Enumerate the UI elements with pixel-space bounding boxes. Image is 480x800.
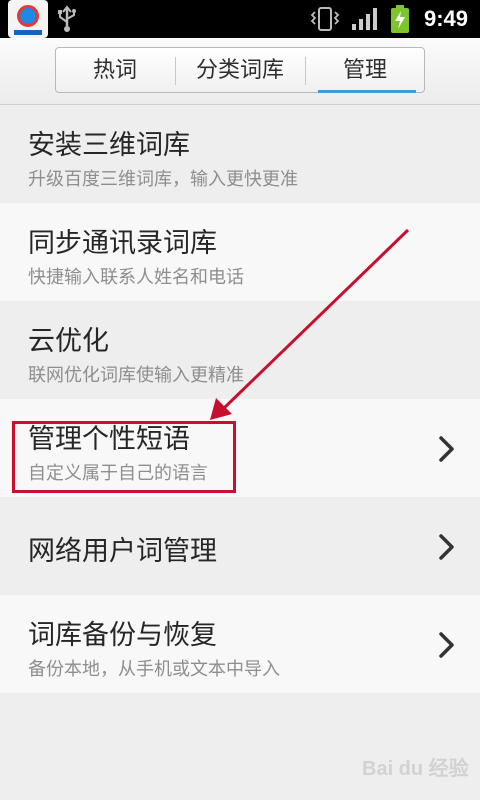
tab-selected-indicator [318, 90, 416, 93]
tab-hot-words[interactable]: 热词 [56, 48, 174, 92]
battery-charging-icon [391, 5, 409, 33]
manage-list: 安装三维词库 升级百度三维词库，输入更快更准 同步通讯录词库 快捷输入联系人姓名… [0, 105, 480, 693]
list-item-title: 安装三维词库 [28, 130, 190, 161]
tab-area: 热词 分类词库 管理 [0, 38, 480, 105]
tab-category-dict[interactable]: 分类词库 [176, 48, 304, 92]
list-item-title: 词库备份与恢复 [28, 620, 217, 651]
list-item-cloud-optimize[interactable]: 云优化 联网优化词库使输入更精准 [0, 301, 480, 399]
list-item-backup-restore[interactable]: 词库备份与恢复 备份本地，从手机或文本中导入 [0, 595, 480, 693]
list-item-title: 网络用户词管理 [28, 536, 217, 567]
list-item-title: 云优化 [28, 326, 109, 357]
status-time: 9:49 [424, 6, 469, 31]
watermark: Bai du 经验 [362, 758, 469, 780]
segmented-tab-bar: 热词 分类词库 管理 [55, 47, 425, 93]
vibrate-icon [310, 7, 340, 31]
chevron-right-icon [439, 534, 454, 560]
list-item-subtitle: 联网优化词库使输入更精准 [28, 365, 244, 386]
list-item-network-user-words[interactable]: 网络用户词管理 [0, 497, 480, 595]
usb-icon [58, 5, 76, 32]
highlight-box [12, 421, 236, 493]
list-item-subtitle: 快捷输入联系人姓名和电话 [28, 267, 244, 288]
status-bar: 9:49 [0, 0, 480, 38]
chevron-right-icon [439, 436, 454, 462]
signal-icon [352, 8, 377, 30]
list-item-subtitle: 升级百度三维词库，输入更快更准 [28, 169, 298, 190]
list-item-sync-contacts-dict[interactable]: 同步通讯录词库 快捷输入联系人姓名和电话 [0, 203, 480, 301]
chevron-right-icon [439, 632, 454, 658]
tab-manage[interactable]: 管理 [306, 48, 424, 92]
baidu-input-app-icon [8, 0, 48, 38]
list-item-install-3d-dict[interactable]: 安装三维词库 升级百度三维词库，输入更快更准 [0, 105, 480, 203]
list-item-title: 同步通讯录词库 [28, 228, 217, 259]
list-item-subtitle: 备份本地，从手机或文本中导入 [28, 659, 280, 680]
